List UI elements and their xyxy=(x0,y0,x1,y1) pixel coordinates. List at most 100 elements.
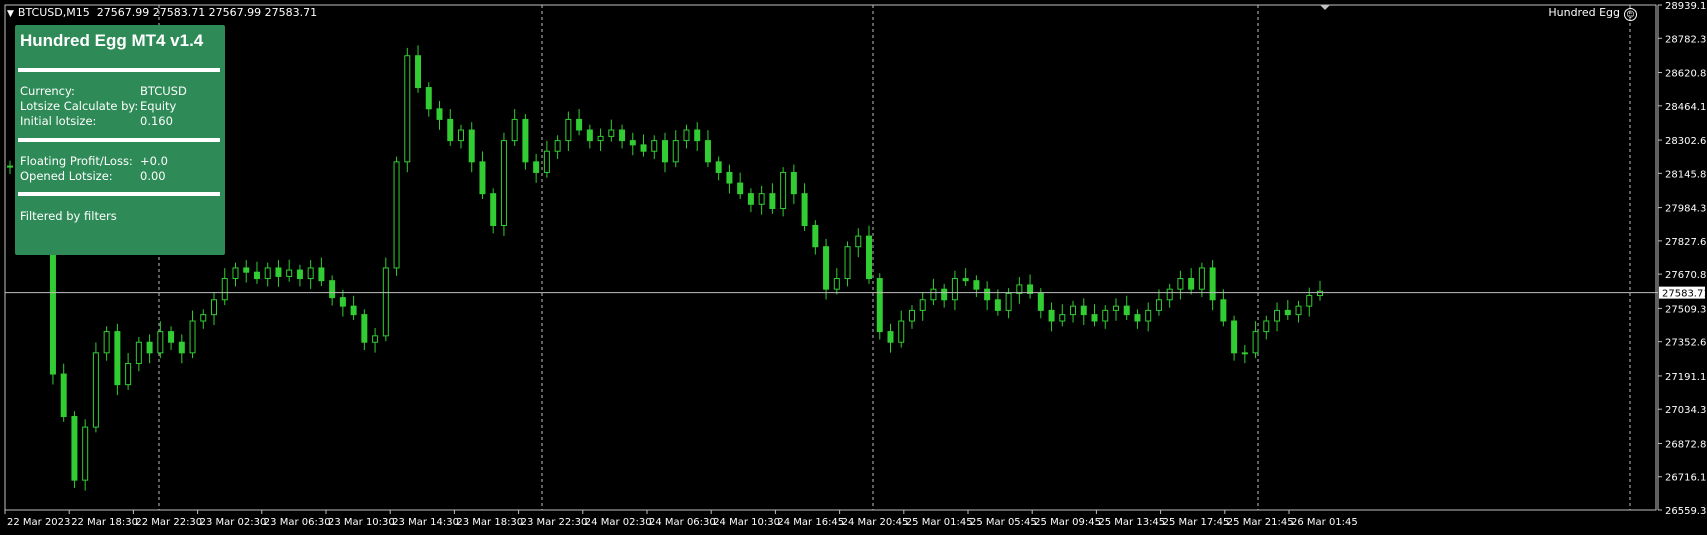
candle-body[interactable] xyxy=(876,278,883,333)
candle-body[interactable] xyxy=(339,297,346,307)
candle-body[interactable] xyxy=(511,118,518,142)
candle-body[interactable] xyxy=(801,193,808,227)
candle-body[interactable] xyxy=(662,140,668,163)
candle-body[interactable] xyxy=(1177,278,1184,290)
candle-body[interactable] xyxy=(211,299,218,316)
candle-body[interactable] xyxy=(844,246,851,280)
candle-body[interactable] xyxy=(468,129,475,163)
candle-body[interactable] xyxy=(715,161,722,173)
candle-body[interactable] xyxy=(490,193,497,227)
candle-body[interactable] xyxy=(275,267,282,277)
candle-body[interactable] xyxy=(651,140,658,152)
candle-body[interactable] xyxy=(1198,267,1205,290)
price-chart[interactable]: 28939.10 28782.35 28620.80 28464.10 28302.60… xyxy=(0,0,1707,535)
candle-body[interactable] xyxy=(404,55,411,163)
candle-body[interactable] xyxy=(1080,305,1087,316)
candle-body[interactable] xyxy=(189,320,196,354)
candle-body[interactable] xyxy=(382,267,389,337)
candle-body[interactable] xyxy=(500,140,507,227)
candle-body[interactable] xyxy=(769,193,776,210)
candle-body[interactable] xyxy=(683,129,690,142)
candle-body[interactable] xyxy=(919,299,926,311)
candle-body[interactable] xyxy=(329,280,336,299)
candle-body[interactable] xyxy=(82,426,89,481)
candle-body[interactable] xyxy=(1048,309,1055,322)
candle-body[interactable] xyxy=(812,225,819,248)
candle-body[interactable] xyxy=(576,118,583,131)
candle-body[interactable] xyxy=(232,267,239,280)
candle-body[interactable] xyxy=(1134,314,1141,322)
candle-body[interactable] xyxy=(92,352,99,428)
expert-advisor-label[interactable]: Hundred Egg ☺ xyxy=(1548,6,1637,21)
candle-body[interactable] xyxy=(1091,314,1098,322)
candle-body[interactable] xyxy=(994,299,1001,311)
candle-body[interactable] xyxy=(823,246,830,290)
candle-body[interactable] xyxy=(1295,305,1302,316)
candle-body[interactable] xyxy=(704,140,711,163)
candle-body[interactable] xyxy=(243,267,250,273)
candle-body[interactable] xyxy=(7,165,13,168)
candle-body[interactable] xyxy=(672,140,679,163)
candle-body[interactable] xyxy=(1070,305,1077,316)
candle-body[interactable] xyxy=(608,129,615,137)
candle-body[interactable] xyxy=(425,87,432,110)
candle-body[interactable] xyxy=(694,129,701,142)
candle-body[interactable] xyxy=(866,235,873,280)
candle-body[interactable] xyxy=(790,171,797,195)
candle-body[interactable] xyxy=(855,235,862,248)
candle-body[interactable] xyxy=(1112,305,1119,311)
candle-body[interactable] xyxy=(447,118,454,142)
candle-body[interactable] xyxy=(479,161,486,195)
candle-body[interactable] xyxy=(372,335,379,343)
candle-body[interactable] xyxy=(941,288,948,301)
candle-body[interactable] xyxy=(973,280,980,290)
candle-body[interactable] xyxy=(1102,309,1109,322)
candle-body[interactable] xyxy=(71,415,78,481)
candle-body[interactable] xyxy=(103,331,110,354)
candle-body[interactable] xyxy=(1252,331,1259,354)
candle-body[interactable] xyxy=(296,269,303,280)
candle-body[interactable] xyxy=(393,161,400,269)
candle-body[interactable] xyxy=(951,278,958,301)
candle-body[interactable] xyxy=(157,331,164,354)
candle-body[interactable] xyxy=(962,278,969,282)
candle-body[interactable] xyxy=(457,129,464,142)
candle-body[interactable] xyxy=(1188,278,1195,290)
candle-body[interactable] xyxy=(1306,295,1313,307)
candle-body[interactable] xyxy=(286,269,293,277)
candle-body[interactable] xyxy=(726,171,733,184)
candle-body[interactable] xyxy=(1155,299,1162,311)
candle-body[interactable] xyxy=(415,55,422,89)
candle-body[interactable] xyxy=(1037,292,1044,311)
candle-body[interactable] xyxy=(264,267,271,280)
candle-body[interactable] xyxy=(1005,292,1012,311)
candle-body[interactable] xyxy=(1231,320,1238,354)
candle-body[interactable] xyxy=(253,271,260,280)
candle-body[interactable] xyxy=(984,288,991,301)
candle-body[interactable] xyxy=(60,373,67,417)
candle-body[interactable] xyxy=(586,129,593,142)
candle-body[interactable] xyxy=(114,331,121,386)
candle-body[interactable] xyxy=(565,118,572,142)
candle-body[interactable] xyxy=(307,267,314,280)
candle-body[interactable] xyxy=(833,278,840,290)
candle-body[interactable] xyxy=(619,129,626,142)
candle-body[interactable] xyxy=(1241,352,1248,355)
candle-body[interactable] xyxy=(1317,290,1323,297)
candle-body[interactable] xyxy=(533,161,540,173)
candle-body[interactable] xyxy=(640,144,647,152)
candle-body[interactable] xyxy=(737,182,744,195)
candle-body[interactable] xyxy=(1274,309,1281,322)
candle-body[interactable] xyxy=(522,118,529,163)
candle-body[interactable] xyxy=(1263,320,1270,333)
candle-body[interactable] xyxy=(1123,305,1130,316)
candle-body[interactable] xyxy=(168,331,175,343)
candle-body[interactable] xyxy=(135,341,142,364)
candle-body[interactable] xyxy=(178,341,185,354)
chart-menu-arrow-icon[interactable]: ▼ xyxy=(7,9,14,19)
candle-body[interactable] xyxy=(1145,309,1152,322)
candle-body[interactable] xyxy=(200,314,207,322)
candle-body[interactable] xyxy=(747,193,754,205)
candle-body[interactable] xyxy=(1284,309,1291,316)
candle-body[interactable] xyxy=(908,309,915,322)
